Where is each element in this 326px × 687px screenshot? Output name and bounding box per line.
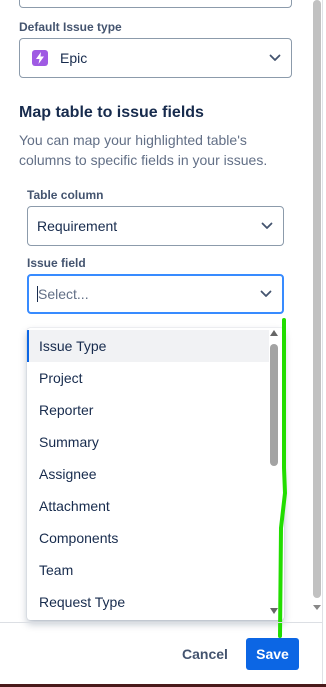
panel-edge	[322, 0, 323, 687]
table-column-label: Table column	[27, 188, 104, 202]
previous-field[interactable]	[19, 0, 292, 8]
dropdown-option[interactable]: Project	[27, 362, 269, 394]
issue-field-select[interactable]: Select...	[27, 274, 284, 314]
scroll-down-icon[interactable]	[313, 605, 321, 610]
table-column-select[interactable]: Requirement	[27, 206, 284, 246]
chevron-down-icon	[261, 222, 273, 229]
section-title: Map table to issue fields	[19, 104, 204, 121]
footer-divider	[0, 622, 322, 623]
panel-scroll-thumb[interactable]	[313, 0, 321, 598]
dropdown-option[interactable]: Issue Type	[27, 330, 269, 362]
dropdown-option[interactable]: Request Type	[27, 586, 269, 618]
lightning-icon	[32, 50, 48, 66]
default-issue-type-label: Default Issue type	[19, 20, 122, 34]
dropdown-option[interactable]: Assignee	[27, 458, 269, 490]
issue-field-placeholder: Select...	[38, 286, 89, 302]
save-button[interactable]: Save	[246, 638, 299, 670]
dropdown-option[interactable]: Team	[27, 554, 269, 586]
chevron-down-icon	[260, 290, 272, 297]
dropdown-option[interactable]: Reporter	[27, 394, 269, 426]
cancel-button[interactable]: Cancel	[172, 638, 238, 670]
issue-field-dropdown-menu: Issue Type Project Reporter Summary Assi…	[27, 328, 284, 620]
annotation-line	[278, 318, 288, 638]
dropdown-option[interactable]: Attachment	[27, 490, 269, 522]
panel-scrollbar[interactable]	[312, 0, 322, 615]
issue-mapping-panel: Default Issue type Epic Map table to iss…	[0, 0, 326, 687]
default-issue-type-value: Epic	[60, 50, 88, 66]
dropdown-option[interactable]: Summary	[27, 426, 269, 458]
table-column-value: Requirement	[37, 218, 118, 234]
issue-field-label: Issue field	[27, 256, 86, 270]
chevron-down-icon	[269, 54, 281, 61]
dropdown-option[interactable]: Components	[27, 522, 269, 554]
default-issue-type-select[interactable]: Epic	[19, 38, 292, 78]
section-description: You can map your highlighted table's col…	[19, 132, 268, 168]
